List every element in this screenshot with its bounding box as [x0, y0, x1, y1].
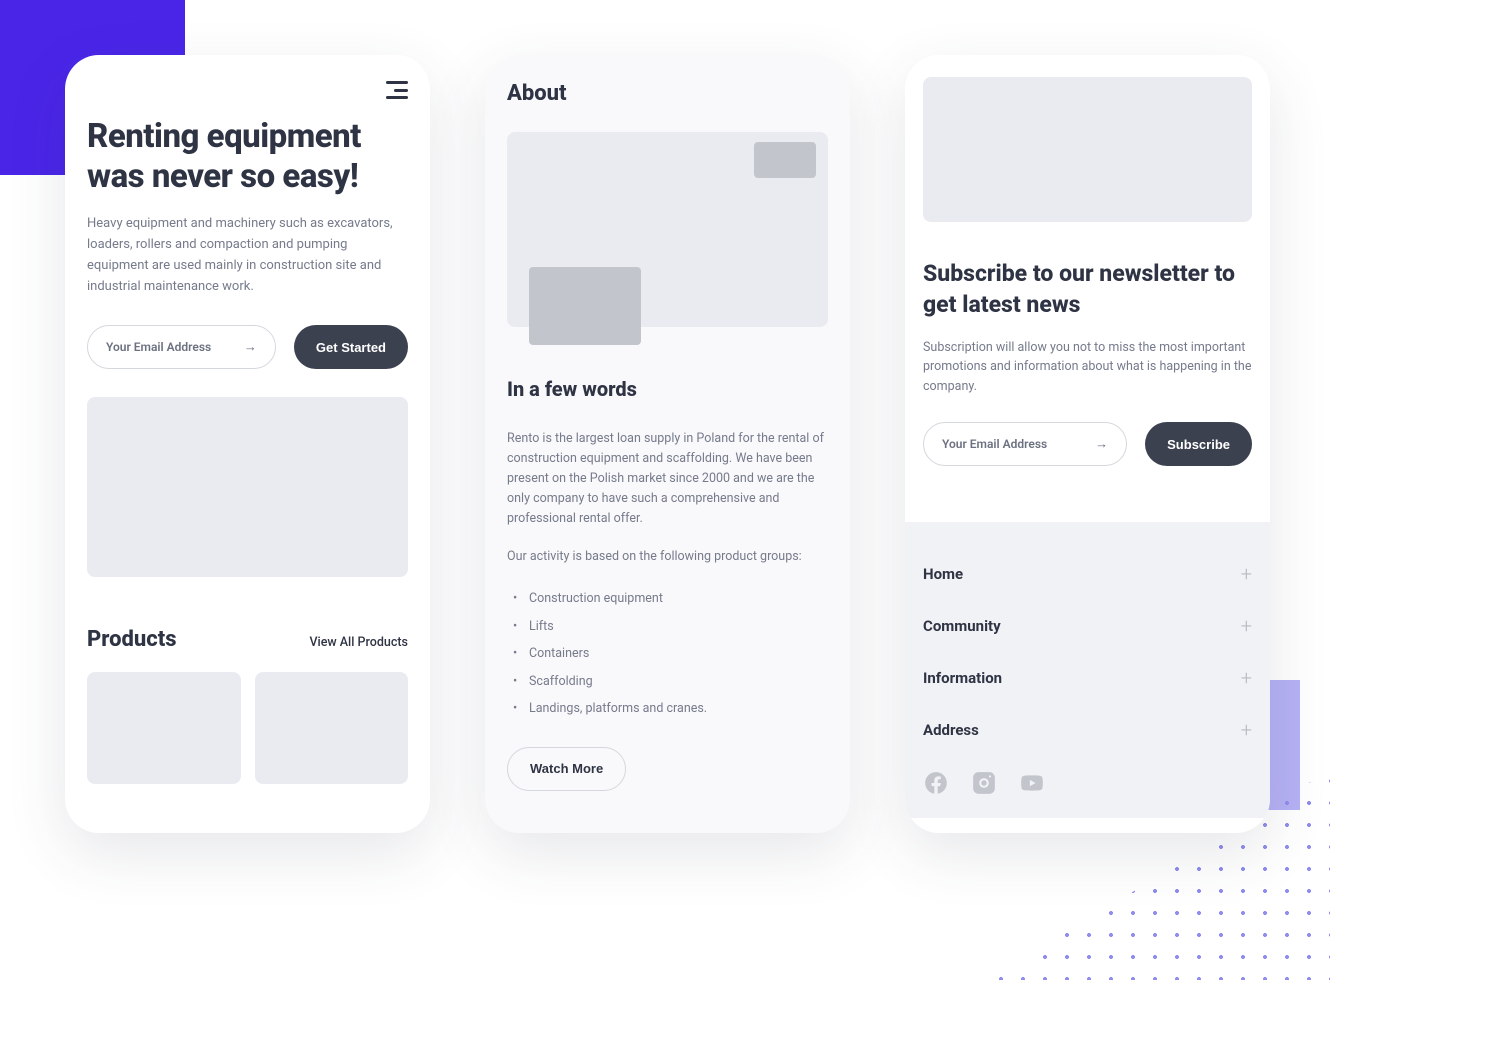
view-all-products-link[interactable]: View All Products — [309, 635, 408, 650]
about-image-overlay-small — [754, 142, 816, 178]
plus-icon: + — [1241, 614, 1252, 638]
email-placeholder: Your Email Address — [942, 437, 1047, 451]
arrow-right-icon: → — [1095, 436, 1108, 452]
plus-icon: + — [1241, 666, 1252, 690]
about-image-placeholder — [507, 132, 828, 327]
list-item: Scaffolding — [507, 668, 828, 696]
youtube-icon[interactable] — [1019, 770, 1045, 796]
product-card[interactable] — [255, 672, 409, 784]
products-title: Products — [87, 627, 177, 652]
hamburger-menu-icon[interactable] — [386, 81, 408, 99]
list-item: Containers — [507, 640, 828, 668]
list-item: Construction equipment — [507, 585, 828, 613]
subscribe-button[interactable]: Subscribe — [1145, 422, 1252, 466]
footer-label: Home — [923, 565, 963, 583]
list-item: Lifts — [507, 613, 828, 641]
hero-description: Heavy equipment and machinery such as ex… — [87, 214, 408, 297]
about-image-overlay-large — [529, 267, 641, 345]
newsletter-image-placeholder — [923, 77, 1252, 222]
footer-label: Address — [923, 721, 979, 739]
newsletter-email-input[interactable]: Your Email Address → — [923, 422, 1127, 466]
instagram-icon[interactable] — [971, 770, 997, 796]
footer-label: Community — [923, 617, 1001, 635]
screen-newsletter-footer: Subscribe to our newsletter to get lates… — [905, 55, 1270, 833]
footer-item-address[interactable]: Address + — [923, 704, 1252, 756]
get-started-button[interactable]: Get Started — [294, 325, 408, 369]
hero-image-placeholder — [87, 397, 408, 577]
footer-section: Home + Community + Information + Address… — [905, 522, 1270, 818]
screen-about: About In a few words Rento is the larges… — [485, 55, 850, 833]
plus-icon: + — [1241, 718, 1252, 742]
screen-home: Renting equipment was never so easy! Hea… — [65, 55, 430, 833]
watch-more-button[interactable]: Watch More — [507, 747, 626, 791]
product-card[interactable] — [87, 672, 241, 784]
about-title: About — [507, 81, 828, 106]
facebook-icon[interactable] — [923, 770, 949, 796]
plus-icon: + — [1241, 562, 1252, 586]
arrow-right-icon: → — [244, 339, 257, 355]
footer-item-information[interactable]: Information + — [923, 652, 1252, 704]
footer-label: Information — [923, 669, 1002, 687]
newsletter-title: Subscribe to our newsletter to get lates… — [923, 258, 1252, 320]
newsletter-description: Subscription will allow you not to miss … — [923, 338, 1252, 396]
email-input[interactable]: Your Email Address → — [87, 325, 276, 369]
about-paragraph-1: Rento is the largest loan supply in Pola… — [507, 429, 828, 529]
footer-item-community[interactable]: Community + — [923, 600, 1252, 652]
email-placeholder: Your Email Address — [106, 340, 211, 354]
about-subheading: In a few words — [507, 377, 828, 401]
hero-title: Renting equipment was never so easy! — [87, 117, 408, 196]
footer-item-home[interactable]: Home + — [923, 548, 1252, 600]
list-item: Landings, platforms and cranes. — [507, 695, 828, 723]
about-paragraph-2: Our activity is based on the following p… — [507, 547, 828, 567]
about-list: Construction equipment Lifts Containers … — [507, 585, 828, 723]
